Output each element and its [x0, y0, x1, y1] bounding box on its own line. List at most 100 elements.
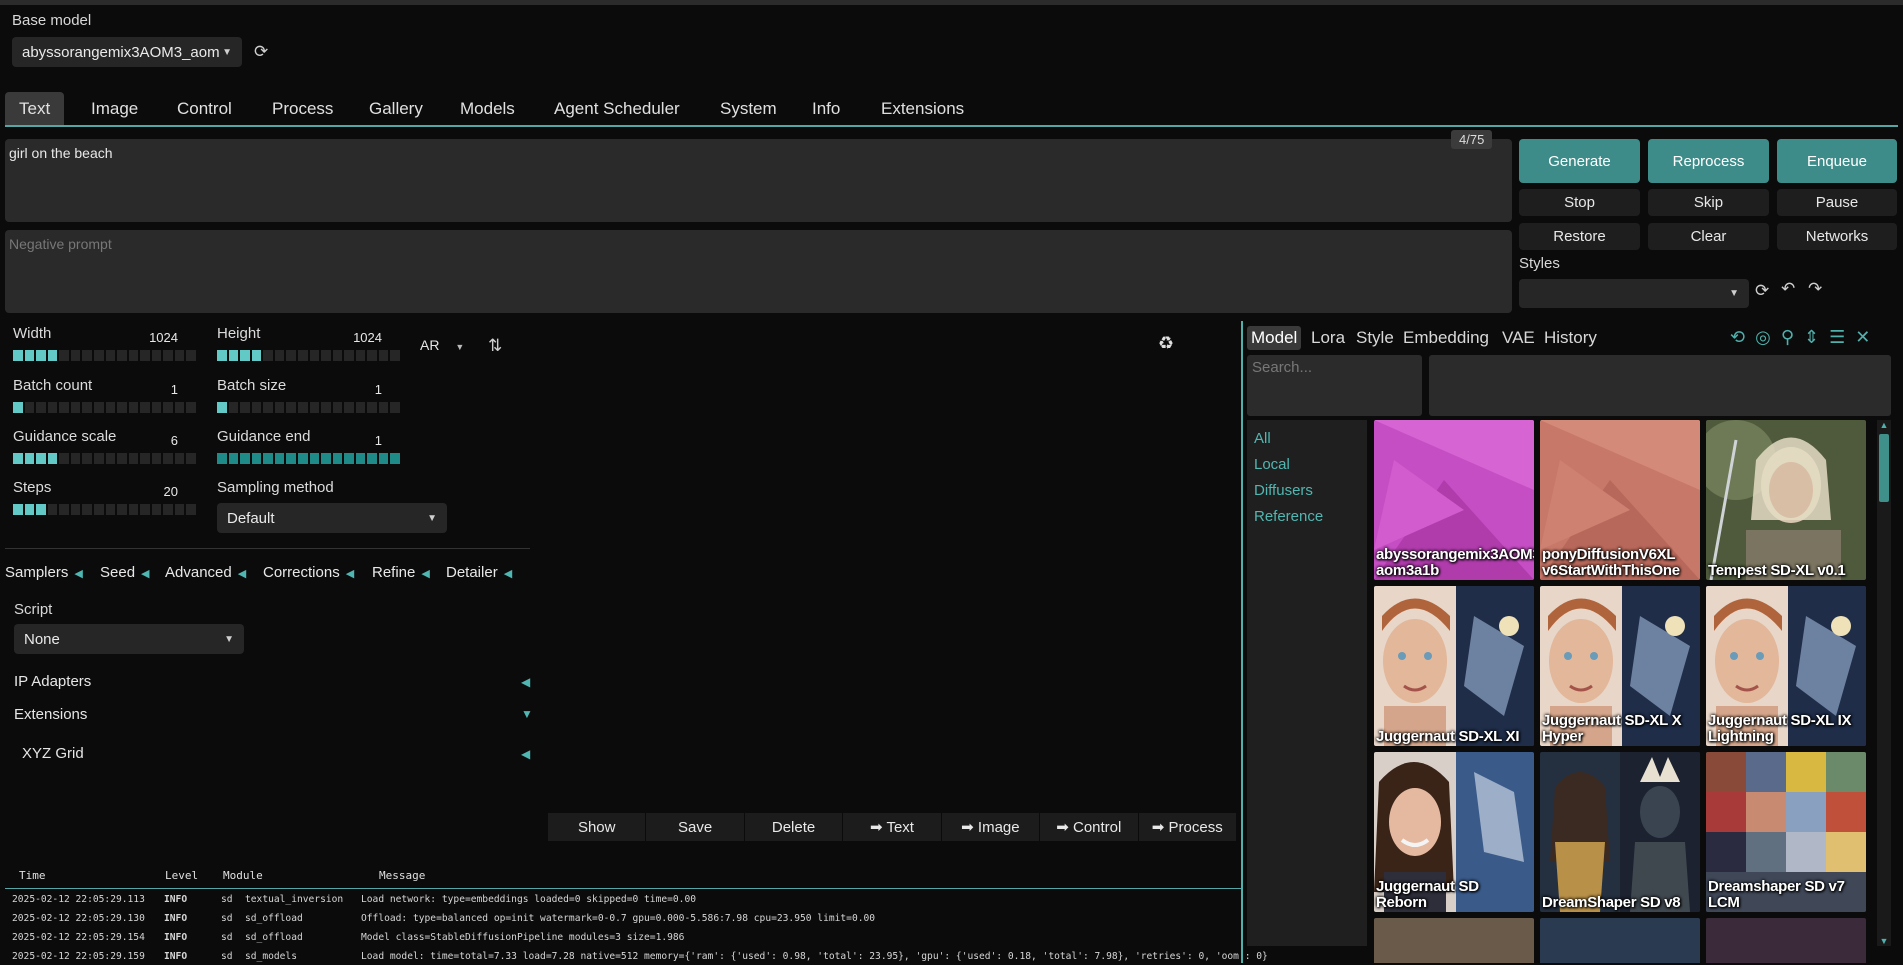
styles-select[interactable]: ▼ — [1519, 279, 1749, 308]
send-to-control-button[interactable]: ➡ Control — [1040, 813, 1139, 841]
model-card[interactable]: DreamShaper SD v8 — [1540, 752, 1700, 912]
redo-icon[interactable]: ↷ — [1808, 280, 1822, 297]
close-icon[interactable]: ✕ — [1855, 327, 1870, 348]
save-button[interactable]: Save — [646, 813, 745, 841]
width-value[interactable]: 1024 — [140, 330, 178, 345]
model-card[interactable]: Juggernaut SD-XL X Hyper — [1540, 586, 1700, 746]
target-icon[interactable]: ◎ — [1755, 327, 1771, 348]
aspect-ratio-select[interactable]: AR ▼ — [420, 337, 464, 353]
model-card-partial[interactable] — [1374, 918, 1534, 963]
model-card[interactable]: Tempest SD-XL v0.1 — [1706, 420, 1866, 580]
triangle-left-icon[interactable]: ◀ — [521, 675, 530, 689]
recycle-icon[interactable]: ♻ — [1158, 333, 1174, 354]
scroll-down-icon[interactable]: ▼ — [1877, 936, 1891, 946]
tab-info[interactable]: Info — [798, 92, 854, 125]
accordion-samplers[interactable]: Samplers ◀ — [5, 564, 83, 581]
category-local[interactable]: Local — [1254, 456, 1360, 473]
width-slider[interactable] — [13, 350, 196, 361]
category-all[interactable]: All — [1254, 430, 1360, 447]
accordion-detailer[interactable]: Detailer ◀ — [446, 564, 512, 581]
undo-icon[interactable]: ↶ — [1781, 280, 1795, 297]
tab-extensions[interactable]: Extensions — [867, 92, 978, 125]
guidance-scale-value[interactable]: 6 — [140, 433, 178, 448]
tab-control[interactable]: Control — [163, 92, 246, 125]
tab-style[interactable]: Style — [1352, 326, 1398, 350]
skip-button[interactable]: Skip — [1648, 189, 1769, 216]
refresh-icon[interactable]: ⟳ — [254, 43, 268, 60]
sampling-method-select[interactable]: Default ▼ — [217, 503, 447, 533]
tab-agent-scheduler[interactable]: Agent Scheduler — [540, 92, 694, 125]
ip-adapters-section[interactable]: IP Adapters — [14, 673, 91, 690]
show-button[interactable]: Show — [548, 813, 647, 841]
refresh-styles-icon[interactable]: ⟳ — [1755, 282, 1769, 299]
steps-value[interactable]: 20 — [140, 484, 178, 499]
refresh-icon[interactable]: ⟲ — [1730, 327, 1745, 348]
xyz-grid-section[interactable]: XYZ Grid — [22, 745, 84, 762]
swap-dimensions-icon[interactable]: ⇅ — [488, 337, 502, 354]
send-to-image-button[interactable]: ➡ Image — [941, 813, 1041, 841]
model-card[interactable]: Juggernaut SD-XL XI — [1374, 586, 1534, 746]
scrollbar[interactable]: ▲ ▼ — [1877, 420, 1891, 946]
tab-models[interactable]: Models — [446, 92, 529, 125]
batch-size-value[interactable]: 1 — [344, 382, 382, 397]
scroll-up-icon[interactable]: ▲ — [1877, 420, 1891, 430]
model-card[interactable]: Dreamshaper SD v7 LCM — [1706, 752, 1866, 912]
stop-button[interactable]: Stop — [1519, 189, 1640, 216]
tab-vae[interactable]: VAE — [1498, 326, 1539, 350]
height-value[interactable]: 1024 — [344, 330, 382, 345]
tab-lora[interactable]: Lora — [1307, 326, 1349, 350]
tab-gallery[interactable]: Gallery — [355, 92, 437, 125]
guidance-end-slider[interactable] — [217, 453, 400, 464]
tab-embedding[interactable]: Embedding — [1399, 326, 1493, 350]
sort-icon[interactable]: ⇕ — [1804, 327, 1819, 348]
clear-button[interactable]: Clear — [1648, 223, 1769, 250]
search-icon[interactable]: ⚲ — [1781, 327, 1794, 348]
batch-count-value[interactable]: 1 — [140, 382, 178, 397]
steps-slider[interactable] — [13, 504, 196, 515]
model-card[interactable]: abyssorangemix3AOM3 aom3a1b — [1374, 420, 1534, 580]
pause-button[interactable]: Pause — [1777, 189, 1897, 216]
tab-model[interactable]: Model — [1247, 326, 1302, 350]
model-card[interactable]: Juggernaut SD Reborn — [1374, 752, 1534, 912]
networks-search-input[interactable]: Search... — [1247, 355, 1422, 416]
send-to-text-button[interactable]: ➡ Text — [843, 813, 942, 841]
batch-size-slider[interactable] — [217, 402, 400, 413]
tab-image[interactable]: Image — [77, 92, 152, 125]
networks-button[interactable]: Networks — [1777, 223, 1897, 250]
enqueue-button[interactable]: Enqueue — [1777, 139, 1897, 183]
category-reference[interactable]: Reference — [1254, 508, 1360, 525]
generate-button[interactable]: Generate — [1519, 139, 1640, 183]
tab-system[interactable]: System — [706, 92, 791, 125]
list-view-icon[interactable]: ☰ — [1829, 327, 1845, 348]
model-card[interactable]: Juggernaut SD-XL IX Lightning — [1706, 586, 1866, 746]
delete-button[interactable]: Delete — [744, 813, 844, 841]
height-slider[interactable] — [217, 350, 400, 361]
scrollbar-thumb[interactable] — [1879, 434, 1889, 502]
guidance-scale-slider[interactable] — [13, 453, 196, 464]
restore-button[interactable]: Restore — [1519, 223, 1640, 250]
log-message: Load network: type=embeddings loaded=0 s… — [361, 893, 697, 905]
triangle-down-icon[interactable]: ▼ — [521, 707, 533, 721]
accordion-refine[interactable]: Refine ◀ — [372, 564, 430, 581]
guidance-end-value[interactable]: 1 — [344, 433, 382, 448]
script-select[interactable]: None ▼ — [14, 624, 244, 654]
model-card[interactable]: ponyDiffusionV6XL v6StartWithThisOne — [1540, 420, 1700, 580]
model-card-partial[interactable] — [1706, 918, 1866, 963]
tab-history[interactable]: History — [1540, 326, 1601, 350]
prompt-textarea[interactable]: girl on the beach — [5, 139, 1512, 222]
tab-process[interactable]: Process — [258, 92, 347, 125]
reprocess-button[interactable]: Reprocess — [1648, 139, 1769, 183]
model-card-partial[interactable] — [1540, 918, 1700, 963]
triangle-left-icon[interactable]: ◀ — [521, 747, 530, 761]
accordion-corrections[interactable]: Corrections ◀ — [263, 564, 354, 581]
extensions-section[interactable]: Extensions — [14, 706, 87, 723]
base-model-select[interactable]: abyssorangemix3AOM3_aom ▼ — [12, 37, 242, 67]
batch-count-slider[interactable] — [13, 402, 196, 413]
tab-text[interactable]: Text — [5, 92, 65, 125]
accordion-seed[interactable]: Seed ◀ — [100, 564, 150, 581]
guidance-end-label: Guidance end — [217, 428, 311, 445]
negative-prompt-textarea[interactable]: Negative prompt — [5, 230, 1512, 313]
send-to-process-button[interactable]: ➡ Process — [1138, 813, 1237, 841]
accordion-advanced[interactable]: Advanced ◀ — [165, 564, 246, 581]
category-diffusers[interactable]: Diffusers — [1254, 482, 1360, 499]
